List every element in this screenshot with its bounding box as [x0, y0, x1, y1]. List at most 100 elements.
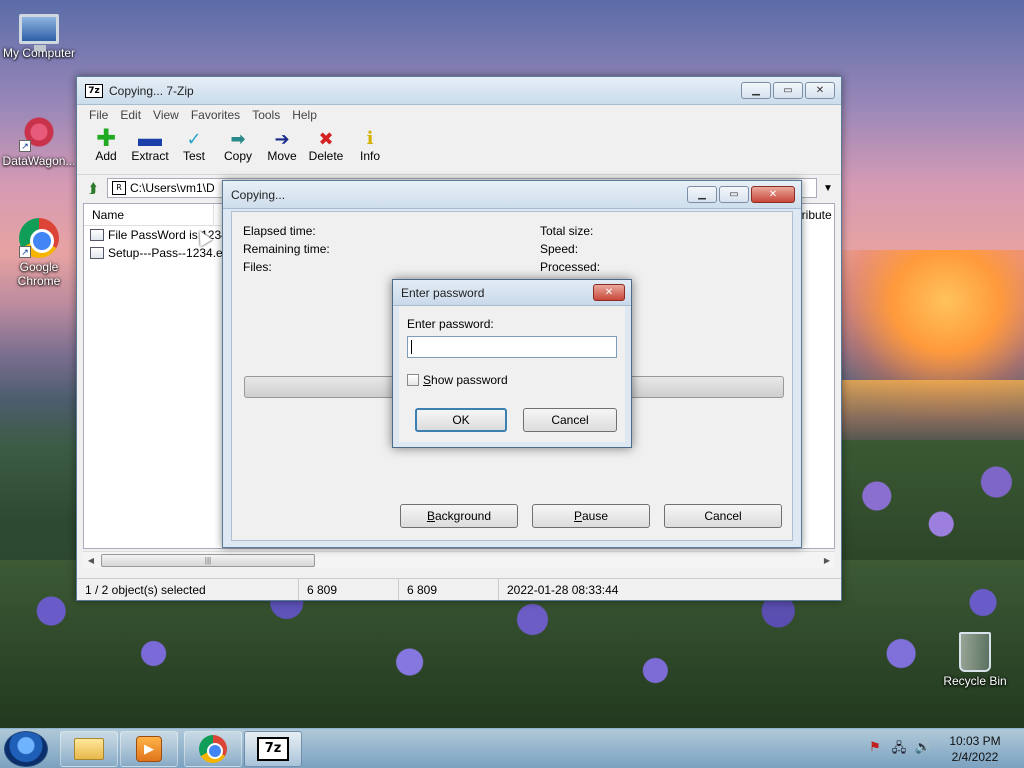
move-button[interactable]: ➔ Move: [261, 125, 303, 163]
add-label: Add: [95, 149, 117, 163]
chrome-icon: ↗: [19, 218, 59, 258]
shortcut-arrow-icon: ↗: [19, 140, 31, 152]
info-label: Info: [359, 149, 380, 163]
start-button[interactable]: [4, 731, 48, 767]
address-text: C:\Users\vm1\D: [130, 181, 215, 195]
password-prompt: Enter password:: [407, 317, 494, 331]
speed-label: Speed:: [540, 242, 579, 256]
test-button[interactable]: ✓ Test: [173, 125, 215, 163]
show-password-label: Show password: [423, 373, 508, 387]
extract-label: Extract: [131, 149, 169, 163]
up-folder-icon[interactable]: ⮭: [83, 178, 103, 198]
clock[interactable]: 10:03 PM 2/4/2022: [940, 733, 1010, 765]
taskbar-7zip[interactable]: 7z: [244, 731, 302, 767]
horizontal-scrollbar[interactable]: ◀ ||| ▶: [83, 551, 835, 568]
delete-button[interactable]: ✖ Delete: [305, 125, 347, 163]
minimize-button[interactable]: ▁: [687, 186, 717, 203]
add-button[interactable]: ✚ Add: [85, 125, 127, 164]
computer-icon: [19, 14, 59, 51]
drive-icon: R: [112, 181, 126, 195]
close-button[interactable]: ✕: [593, 284, 625, 301]
move-label: Move: [267, 149, 297, 163]
toolbar: ✚ Add ▬ Extract ✓ Test ➡ Copy ➔ Move ✖ D…: [77, 125, 841, 175]
processed-label: Processed:: [540, 260, 601, 274]
network-icon[interactable]: 🖧: [890, 739, 908, 761]
taskbar-chrome[interactable]: [184, 731, 242, 767]
remaining-time-label: Remaining time:: [243, 242, 330, 256]
volume-icon[interactable]: 🔊: [914, 739, 932, 761]
close-button[interactable]: ✕: [805, 82, 835, 99]
minimize-button[interactable]: ▁: [741, 82, 771, 99]
column-name[interactable]: Name: [84, 204, 214, 225]
file-icon: [90, 229, 104, 241]
taskbar-media-player[interactable]: ▶: [120, 731, 178, 767]
7zip-app-icon: 7z: [85, 83, 103, 98]
main-titlebar[interactable]: 7z Copying... 7-Zip ▁ ▭ ✕: [77, 77, 841, 105]
menubar: File Edit View Favorites Tools Help: [77, 105, 841, 125]
files-label: Files:: [243, 260, 272, 274]
menu-help[interactable]: Help: [286, 108, 323, 122]
double-arrow-icon: ➡: [230, 129, 246, 149]
maximize-button[interactable]: ▭: [719, 186, 749, 203]
wallpaper-flowers-right: [840, 440, 1024, 580]
extract-button[interactable]: ▬ Extract: [129, 125, 171, 164]
menu-file[interactable]: File: [83, 108, 114, 122]
address-dropdown-icon[interactable]: ▼: [821, 183, 835, 194]
status-packed-size: 6 809: [399, 579, 499, 600]
show-password-checkbox[interactable]: Show password: [407, 373, 508, 387]
cancel-copy-button[interactable]: Cancel: [664, 504, 782, 528]
desktop-icon-my-computer[interactable]: My Computer: [0, 8, 78, 60]
chrome-icon: [199, 735, 227, 763]
close-button[interactable]: ✕: [751, 186, 795, 203]
scroll-left-icon[interactable]: ◀: [83, 556, 99, 565]
cancel-button[interactable]: Cancel: [523, 408, 617, 432]
clock-date: 2/4/2022: [951, 750, 999, 764]
x-icon: ✖: [318, 129, 334, 149]
ok-button[interactable]: OK: [415, 408, 507, 432]
password-titlebar[interactable]: Enter password ✕: [393, 280, 631, 306]
folder-icon: [74, 738, 104, 760]
system-tray: ⚑ 🖧 🔊: [866, 739, 932, 761]
total-size-label: Total size:: [540, 224, 594, 238]
menu-view[interactable]: View: [147, 108, 185, 122]
scroll-thumb[interactable]: |||: [101, 553, 315, 567]
elapsed-time-label: Elapsed time:: [243, 224, 316, 238]
pause-label: Pause: [573, 509, 609, 523]
menu-tools[interactable]: Tools: [246, 108, 286, 122]
file-icon: [90, 247, 104, 259]
action-center-icon[interactable]: ⚑: [866, 739, 884, 761]
copying-title: Copying...: [231, 187, 286, 202]
minus-icon: ▬: [138, 125, 162, 152]
scroll-right-icon[interactable]: ▶: [819, 556, 835, 565]
shortcut-arrow-icon: ↗: [19, 246, 31, 258]
taskbar: ▶ 7z ⚑ 🖧 🔊 10:03 PM 2/4/2022: [0, 728, 1024, 768]
cancel-label: Cancel: [551, 413, 589, 427]
password-dialog: Enter password ✕ Enter password: Show pa…: [392, 279, 632, 448]
password-dialog-title: Enter password: [401, 285, 485, 300]
menu-edit[interactable]: Edit: [114, 108, 147, 122]
desktop-icon-google-chrome[interactable]: ↗ Google Chrome: [0, 218, 78, 288]
desktop-icon-datawagon[interactable]: ↗ DataWagon...: [0, 112, 78, 168]
background-button[interactable]: Background: [400, 504, 518, 528]
desktop-icon-label: Google Chrome: [17, 260, 61, 288]
pause-button[interactable]: Pause: [532, 504, 650, 528]
copy-button[interactable]: ➡ Copy: [217, 125, 259, 163]
info-button[interactable]: i Info: [349, 125, 391, 164]
desktop-icon-label: Recycle Bin: [943, 674, 1007, 688]
file-name: Setup---Pass--1234.ex: [108, 246, 229, 260]
desktop-icon-label: DataWagon...: [2, 154, 76, 168]
file-name: File PassWord is 1234.: [108, 228, 232, 242]
password-input[interactable]: [407, 336, 617, 358]
taskbar-explorer[interactable]: [60, 731, 118, 767]
desktop-icon-recycle-bin[interactable]: Recycle Bin: [936, 632, 1014, 688]
menu-favorites[interactable]: Favorites: [185, 108, 246, 122]
arrow-right-icon: ➔: [274, 129, 290, 149]
media-player-icon: ▶: [136, 736, 162, 762]
text-caret: [411, 340, 412, 354]
test-label: Test: [182, 149, 205, 163]
main-window-title: Copying... 7-Zip: [109, 83, 194, 98]
copying-titlebar[interactable]: Copying... ▁ ▭ ✕: [223, 181, 801, 209]
maximize-button[interactable]: ▭: [773, 82, 803, 99]
cancel-label: Cancel: [704, 509, 742, 523]
checkbox-box[interactable]: [407, 374, 419, 386]
